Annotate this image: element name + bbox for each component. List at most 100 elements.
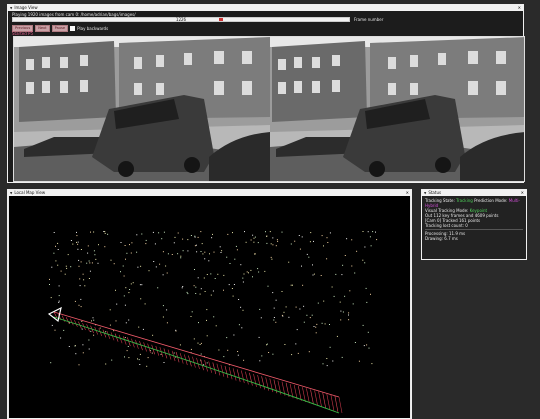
map-point [126,252,128,254]
map-point [223,289,224,291]
map-point [78,304,80,306]
map-point [344,255,346,256]
map-point [77,248,79,250]
map-point [267,285,269,287]
map-point [329,324,330,325]
map-point [51,266,53,268]
map-point [58,295,60,297]
map-point [67,254,69,256]
keyframe-frustum [338,396,343,414]
map-point [165,265,167,267]
map-point [197,277,199,279]
map-point [295,306,297,308]
map-point [76,235,78,237]
map-point [362,259,364,261]
map-point [308,351,310,353]
map-point [310,232,312,234]
map-point [162,274,164,276]
map-point [50,297,52,299]
map-point [254,253,256,255]
map-point [232,232,233,234]
map-point [206,274,208,275]
play-backwards-checkbox[interactable] [70,26,76,31]
prediction-mode-label: Prediction Mode: [474,198,508,203]
frame-number-label: Frame number [354,17,384,22]
map-point [141,284,143,286]
map-point [140,298,142,300]
map-point [182,250,184,252]
map-point [180,255,182,257]
trajectory-frustums [53,311,343,414]
map-point [348,312,350,314]
map-point [266,343,268,345]
map-point [75,353,77,355]
map-point [367,331,369,333]
map-point [80,249,82,250]
map-point [340,319,342,321]
map-point [292,284,293,286]
map-point [186,291,188,293]
map-point [299,248,301,250]
map-point [367,231,369,233]
map-point [227,349,229,351]
map-point [309,241,311,243]
map-point [64,273,66,275]
map-point [340,310,342,312]
map-point [195,293,197,294]
frame-slider[interactable]: 1226 [12,17,350,22]
map-point [285,306,287,308]
map-point [356,250,358,252]
map-point [349,290,351,292]
map-point [264,270,266,272]
map-point [124,356,125,358]
map-point [351,239,353,241]
map-point [88,339,90,341]
map-point [241,327,243,329]
map-point [166,272,168,274]
map-point [89,262,91,264]
map-point [243,273,245,275]
map-point [105,363,107,365]
map-point [233,284,235,285]
map-point [266,235,268,237]
map-point [358,360,360,362]
map-point [57,249,59,250]
map-point [320,275,322,276]
map-point [354,272,356,274]
map-point [163,231,165,233]
pause-button[interactable]: Pause [51,25,69,32]
map-point [231,288,233,289]
keyframe-frustum [334,395,339,412]
map-point [124,337,126,338]
map-point [76,241,77,243]
map-point [316,323,318,325]
map-point [266,344,267,346]
map-point [211,237,213,239]
map-point [315,332,317,334]
map-point [167,253,169,255]
play-backwards-label: Play backwards [77,26,109,31]
map-point [113,263,115,265]
map-point [163,362,165,363]
map-visualization[interactable] [9,196,410,418]
map-point [93,231,95,233]
map-point [137,266,139,268]
map-point [152,334,154,336]
map-point [221,250,223,252]
map-point [272,292,274,294]
map-point [204,251,206,253]
next-button[interactable]: Next [35,25,50,32]
keyframe-frustum [228,367,233,380]
map-point [116,303,118,305]
map-point [260,317,262,319]
map-point [214,278,216,279]
map-point [236,249,238,251]
map-point [50,362,52,364]
map-point [194,235,196,237]
frame-slider-handle[interactable] [218,18,223,21]
keyframe-frustum [306,388,310,404]
map-point [329,346,331,348]
keyframe-frustum [241,370,245,384]
local-map-window: ▼ Local Map View ✕ [7,189,412,419]
local-map-canvas[interactable] [9,196,410,418]
